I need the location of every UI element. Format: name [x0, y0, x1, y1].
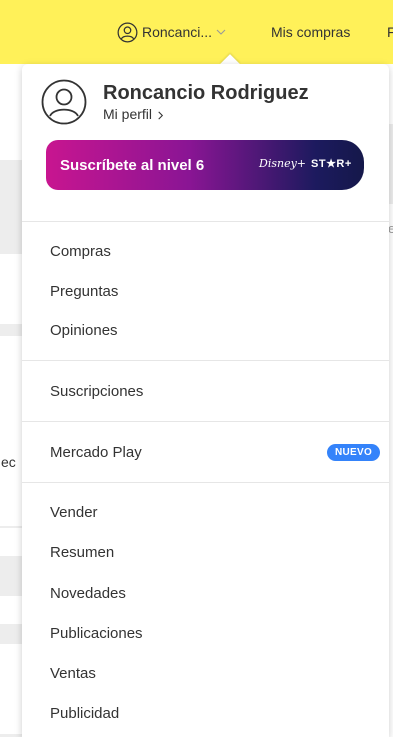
- menu-item-resumen[interactable]: Resumen: [50, 544, 114, 561]
- menu-item-ventas[interactable]: Ventas: [50, 665, 96, 682]
- disney-star-logo: Disney+ ST★R+: [259, 157, 352, 170]
- profile-name: Roncancio Rodriguez: [103, 82, 309, 104]
- star-plus-logo: ST★R+: [311, 158, 352, 170]
- divider: [22, 360, 389, 361]
- subscription-banner[interactable]: Suscríbete al nivel 6 Disney+ ST★R+: [46, 140, 364, 190]
- nuevo-badge: NUEVO: [327, 444, 381, 461]
- menu-item-mercado-play[interactable]: Mercado Play: [50, 444, 142, 461]
- user-icon: [117, 22, 138, 42]
- profile-header[interactable]: Roncancio Rodriguez Mi perfil: [41, 79, 309, 125]
- mi-perfil-link[interactable]: Mi perfil: [103, 106, 309, 122]
- menu-item-compras[interactable]: Compras: [50, 243, 111, 260]
- chevron-down-icon: [216, 29, 226, 35]
- chevron-right-icon: [158, 111, 164, 120]
- background-text-fragment: ec: [1, 454, 16, 470]
- divider: [22, 221, 389, 222]
- user-menu-toggle[interactable]: Roncanci...: [117, 19, 226, 45]
- background-page-right: [389, 64, 393, 737]
- background-page-left: [0, 64, 22, 737]
- menu-item-vender[interactable]: Vender: [50, 504, 98, 521]
- account-dropdown: Roncancio Rodriguez Mi perfil Suscríbete…: [22, 64, 389, 737]
- menu-item-publicaciones[interactable]: Publicaciones: [50, 625, 143, 642]
- menu-item-opiniones[interactable]: Opiniones: [50, 322, 118, 339]
- menu-item-preguntas[interactable]: Preguntas: [50, 283, 118, 300]
- mis-compras-link[interactable]: Mis compras: [271, 24, 350, 40]
- subscription-label: Suscríbete al nivel 6: [60, 156, 205, 174]
- avatar-icon: [41, 79, 87, 125]
- menu-item-novedades[interactable]: Novedades: [50, 585, 126, 602]
- divider: [22, 421, 389, 422]
- menu-item-publicidad[interactable]: Publicidad: [50, 705, 119, 722]
- user-short-name: Roncanci...: [142, 24, 213, 40]
- mi-perfil-label: Mi perfil: [103, 106, 153, 122]
- menu-item-suscripciones[interactable]: Suscripciones: [50, 383, 143, 400]
- divider: [22, 482, 389, 483]
- nav-link-clipped[interactable]: F: [387, 24, 393, 40]
- disney-plus-logo: Disney+: [259, 157, 307, 170]
